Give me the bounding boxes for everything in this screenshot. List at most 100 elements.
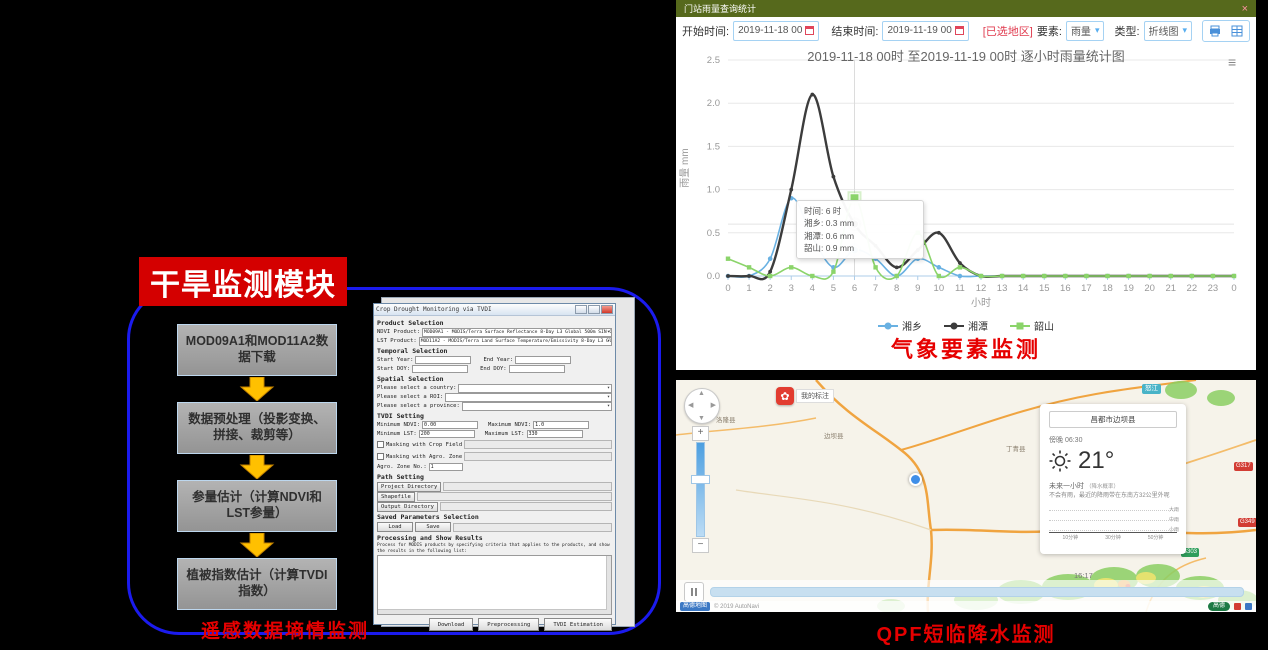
- pan-up-icon[interactable]: ▲: [698, 390, 705, 397]
- output-directory-button[interactable]: Output Directory: [377, 502, 438, 512]
- ndvi-product-select[interactable]: MOD09A1 - MODIS/Terra Surface Reflectanc…: [422, 328, 612, 337]
- town-label: 丁青县: [1006, 443, 1026, 453]
- agro-no-input[interactable]: 1: [429, 463, 463, 471]
- tooltip-xiangxiang: 湘乡: 0.3 mm: [804, 217, 916, 229]
- pan-down-icon[interactable]: ▼: [698, 415, 705, 422]
- qpf-map[interactable]: ▲ ▼ ◀ ▶ + − ✿ 我的标注 洛隆县 边坝县 丁青县 G317 G349…: [676, 380, 1256, 612]
- section-processing: Processing and Show Results: [377, 534, 612, 542]
- marker-icon[interactable]: ✿: [776, 387, 794, 405]
- saved-params-field: [453, 523, 612, 532]
- svg-text:12: 12: [976, 283, 987, 294]
- max-lst-input[interactable]: 330: [527, 430, 583, 438]
- horizontal-scrollbar[interactable]: [378, 609, 607, 614]
- town-label: 洛隆县: [716, 414, 736, 424]
- time-progress-bar[interactable]: [710, 587, 1244, 597]
- pan-left-icon[interactable]: ◀: [688, 401, 693, 409]
- start-time-value: 2019-11-18 00: [738, 25, 802, 36]
- tvdi-estimation-button[interactable]: TVDI Estimation: [544, 618, 612, 631]
- end-time-value: 2019-11-19 00: [887, 25, 951, 36]
- min-lst-input[interactable]: 200: [419, 430, 475, 438]
- autonavi-logo: 高德: [1208, 602, 1230, 611]
- legend-label: 韶山: [1034, 318, 1054, 333]
- calendar-icon[interactable]: [805, 26, 814, 35]
- start-year-input[interactable]: [415, 356, 471, 364]
- vertical-scrollbar[interactable]: [606, 556, 611, 614]
- svg-text:14: 14: [1018, 283, 1029, 294]
- roi-select[interactable]: [445, 393, 612, 402]
- map-pan-control[interactable]: ▲ ▼ ◀ ▶: [684, 388, 720, 424]
- save-button[interactable]: Save: [415, 522, 451, 532]
- calendar-icon[interactable]: [955, 26, 964, 35]
- end-time-input[interactable]: 2019-11-19 00: [882, 21, 968, 41]
- zoom-in-button[interactable]: +: [692, 426, 709, 441]
- route-shield: G317: [1234, 462, 1253, 471]
- rain-toolbar: 开始时间: 2019-11-18 00 结束时间: 2019-11-19 00 …: [676, 17, 1256, 44]
- start-doy-input[interactable]: [412, 365, 468, 373]
- lst-product-select[interactable]: MOD11A2 - MODIS/Terra Land Surface Tempe…: [419, 337, 612, 346]
- pause-button[interactable]: [684, 582, 704, 602]
- element-select[interactable]: 雨量 ▾: [1066, 21, 1105, 41]
- legend-item[interactable]: 湘乡: [878, 318, 922, 333]
- attribution-text: © 2019 AutoNavi: [714, 604, 759, 610]
- weather-card-time: 傍晚 06:30: [1049, 435, 1177, 445]
- zoom-slider-handle[interactable]: [691, 475, 710, 484]
- max-ndvi-input[interactable]: 1.0: [533, 421, 589, 429]
- project-directory-button[interactable]: Project Directory: [377, 482, 441, 492]
- project-directory-path: [443, 482, 612, 491]
- minimize-icon[interactable]: [575, 305, 587, 314]
- svg-text:1.5: 1.5: [707, 141, 720, 152]
- mask-crop-checkbox[interactable]: [377, 441, 384, 448]
- legend-item[interactable]: 韶山: [1010, 318, 1054, 333]
- svg-text:0: 0: [1231, 283, 1236, 294]
- start-time-input[interactable]: 2019-11-18 00: [733, 21, 819, 41]
- zoom-out-button[interactable]: −: [692, 538, 709, 553]
- processing-note: Process for MODIS products by specifying…: [377, 543, 612, 554]
- end-year-input[interactable]: [515, 356, 571, 364]
- legend-item[interactable]: 湘潭: [944, 318, 988, 333]
- end-year-label: End Year:: [483, 357, 513, 363]
- preprocessing-button[interactable]: Preprocessing: [478, 618, 539, 631]
- pan-right-icon[interactable]: ▶: [711, 401, 716, 409]
- svg-text:2: 2: [768, 283, 773, 294]
- zoom-slider-track[interactable]: [696, 442, 705, 537]
- maximize-icon[interactable]: [588, 305, 600, 314]
- weather-card-location[interactable]: 昌都市边坝县: [1049, 411, 1177, 428]
- selected-region-link[interactable]: [已选地区]: [983, 23, 1033, 39]
- type-select[interactable]: 折线图 ▾: [1144, 21, 1193, 41]
- section-temporal-selection: Temporal Selection: [377, 347, 612, 355]
- province-select[interactable]: [462, 402, 612, 411]
- flag-icon: [1245, 603, 1252, 610]
- map-brand-tag[interactable]: 高德地图: [680, 602, 710, 611]
- tvdi-titlebar[interactable]: Crop Drought Monitoring via TVDI: [374, 304, 615, 316]
- printer-icon[interactable]: [1209, 25, 1221, 37]
- rain-chart-svg[interactable]: 0.00.51.01.52.02.50123456789101112131415…: [676, 44, 1256, 316]
- load-button[interactable]: Load: [377, 522, 413, 532]
- section-product-selection: Product Selection: [377, 319, 612, 327]
- map-marker[interactable]: ✿ 我的标注: [776, 387, 834, 405]
- end-doy-input[interactable]: [509, 365, 565, 373]
- results-list[interactable]: [377, 555, 612, 615]
- flag-icon: [1234, 603, 1241, 610]
- close-icon[interactable]: [601, 305, 613, 314]
- lst-product-label: LST Product:: [377, 338, 417, 344]
- toolbox-menu-icon[interactable]: ≡: [1228, 54, 1236, 70]
- type-value: 折线图: [1149, 23, 1179, 38]
- qpf-caption: QPF短临降水监测: [676, 618, 1256, 647]
- country-select[interactable]: [458, 384, 612, 393]
- min-ndvi-label: Minimum NDVI:: [377, 422, 420, 428]
- forecast-text: 不会有雨，最近的降雨带在东南方32公里外呢: [1049, 493, 1177, 501]
- chevron-down-icon: ▾: [1095, 25, 1100, 36]
- axis-30min: 30分钟: [1105, 534, 1121, 541]
- shapefile-button[interactable]: Shapefile: [377, 492, 415, 502]
- toolbar-button-group[interactable]: [1202, 20, 1250, 42]
- download-button[interactable]: Download: [429, 618, 474, 631]
- svg-text:19: 19: [1123, 283, 1134, 294]
- min-ndvi-input[interactable]: 0.00: [422, 421, 478, 429]
- close-icon[interactable]: ×: [1242, 3, 1248, 15]
- svg-text:20: 20: [1144, 283, 1155, 294]
- mask-agro-checkbox[interactable]: [377, 453, 384, 460]
- svg-text:17: 17: [1081, 283, 1092, 294]
- svg-text:22: 22: [1187, 283, 1198, 294]
- table-icon[interactable]: [1231, 25, 1243, 37]
- agro-no-label: Agro. Zone No.:: [377, 464, 427, 470]
